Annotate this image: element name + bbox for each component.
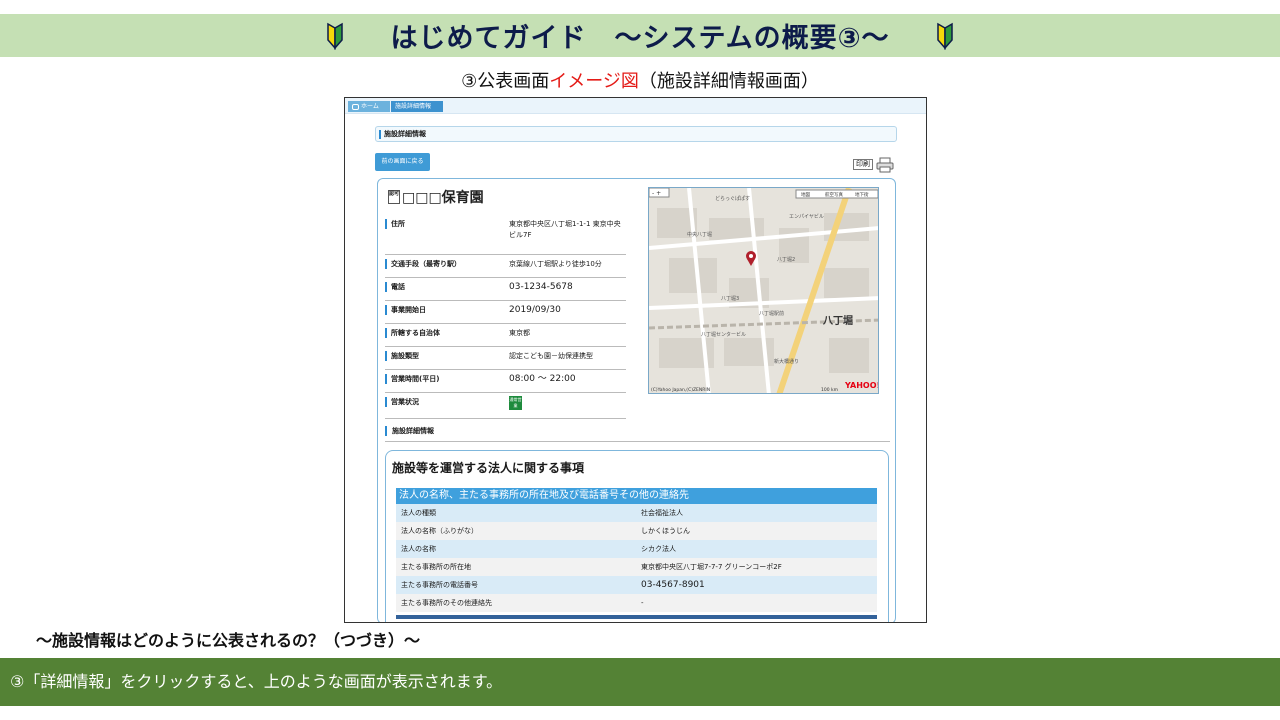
print-button[interactable]: 印刷 <box>853 156 897 173</box>
map-label: 八丁堀2 <box>777 256 795 263</box>
info-label: 交通手段（最寄り駅） <box>385 259 461 269</box>
info-label: 所轄する自治体 <box>385 328 440 338</box>
caption-prefix: ③公表画面 <box>461 71 550 92</box>
caption-highlight: イメージ図 <box>549 71 639 92</box>
corp-row-label: 主たる事務所の電話番号 <box>401 581 478 589</box>
corp-row: 法人の種類 社会福祉法人 <box>396 504 877 522</box>
map-type-button[interactable]: 航空写真 <box>825 191 843 198</box>
certified-icon: 認可 <box>388 190 400 204</box>
corp-row-value: 東京都中央区八丁堀7-7-7 グリーンコーポ2F <box>641 563 782 571</box>
corp-section: 施設等を運営する法人に関する事項 法人の名称、主たる事務所の所在地及び電話番号そ… <box>385 450 889 622</box>
map-type-button[interactable]: 地図 <box>801 191 810 198</box>
corp-row-label: 主たる事務所のその他連絡先 <box>401 599 492 607</box>
corp-row: 法人の名称 シカク法人 <box>396 540 877 558</box>
corp-row-label: 法人の種類 <box>401 509 436 517</box>
corp-row-value: しかくほうじん <box>641 527 690 535</box>
slide-title: はじめてガイド ～システムの概要③～ <box>390 23 890 54</box>
breadcrumb: ホーム 施設詳細情報 <box>345 98 926 114</box>
home-icon <box>352 103 359 110</box>
info-row-hours: 営業時間(平日) 08:00 ～ 22:00 <box>385 374 626 393</box>
corp-row: 主たる事務所の所在地 東京都中央区八丁堀7-7-7 グリーンコーポ2F <box>396 558 877 576</box>
corp-row-label: 法人の名称（ふりがな） <box>401 527 478 535</box>
map-label: どらっぐぱぱす <box>715 195 750 202</box>
facility-title: 認可 □□□保育園 <box>388 187 484 207</box>
screen-caption: ③公表画面イメージ図（施設詳細情報画面） <box>0 67 1280 93</box>
map-scale: 100 km <box>821 387 838 393</box>
info-label: 住所 <box>385 219 405 229</box>
breadcrumb-current: 施設詳細情報 <box>391 101 443 112</box>
map-canvas: どらっぐぱぱす エンパイヤビル 中央八丁堀 八丁堀2 八丁堀3 八丁堀駅前 八丁… <box>649 188 879 393</box>
map-brand-logo: YAHOO! <box>844 381 879 390</box>
printer-icon <box>876 157 894 172</box>
map-label: エンパイヤビル <box>789 213 824 220</box>
corp-row: 主たる事務所のその他連絡先 - <box>396 594 877 612</box>
corp-row-label: 主たる事務所の所在地 <box>401 563 471 571</box>
info-row-municipality: 所轄する自治体 東京都 <box>385 328 626 347</box>
info-label: 電話 <box>385 282 405 292</box>
corp-row: 法人の名称（ふりがな） しかくほうじん <box>396 522 877 540</box>
breadcrumb-home[interactable]: ホーム <box>348 101 390 112</box>
section-label: 施設詳細情報 <box>375 126 897 142</box>
status-badge: 通常営業 <box>509 396 522 410</box>
info-row-address: 住所 東京都中央区八丁堀1-1-1 東京中央ビル7F <box>385 219 626 255</box>
caption-suffix: （施設詳細情報画面） <box>638 71 819 92</box>
map-copyright: (C)Yahoo Japan,(C)ZENRIN <box>651 387 710 393</box>
info-value: 東京都 <box>509 329 530 337</box>
info-value: 2019/09/30 <box>509 305 561 315</box>
corp-row-value: - <box>641 599 644 607</box>
info-value: 03-1234-5678 <box>509 282 573 292</box>
question-heading: ～施設情報はどのように公表されるの？（つづき）～ <box>36 631 421 650</box>
corp-row-label: 法人の名称 <box>401 545 436 553</box>
print-label: 印刷 <box>853 159 873 170</box>
info-row-status: 営業状況 通常営業 <box>385 396 626 419</box>
info-row-access: 交通手段（最寄り駅） 京葉線八丁堀駅より徒歩10分 <box>385 259 626 278</box>
info-label: 営業状況 <box>385 397 419 407</box>
title-band: はじめてガイド ～システムの概要③～ <box>0 14 1280 57</box>
info-value: 東京都中央区八丁堀1-1-1 東京中央ビル7F <box>509 220 621 239</box>
info-label: 事業開始日 <box>385 305 426 315</box>
corp-section-divider <box>396 615 877 619</box>
corp-row-value: 03-4567-8901 <box>641 580 705 590</box>
map-label: 八丁堀3 <box>721 295 739 302</box>
map-label: 八丁堀駅前 <box>759 310 784 317</box>
beginner-mark-icon <box>327 22 344 50</box>
info-row-facility-type: 施設類型 認定こども園－幼保連携型 <box>385 351 626 370</box>
location-map[interactable]: どらっぐぱぱす エンパイヤビル 中央八丁堀 八丁堀2 八丁堀3 八丁堀駅前 八丁… <box>648 187 879 394</box>
map-label: 八丁堀センタービル <box>701 331 746 338</box>
beginner-mark-icon <box>936 22 953 50</box>
corp-section-title: 施設等を運営する法人に関する事項 <box>392 461 585 475</box>
footer-band: ③「詳細情報」をクリックすると、上のような画面が表示されます。 <box>0 658 1280 706</box>
map-station-label: 八丁堀 <box>822 314 853 327</box>
info-value: 08:00 ～ 22:00 <box>509 374 576 384</box>
corp-section-band: 法人の名称、主たる事務所の所在地及び電話番号その他の連絡先 <box>396 488 877 504</box>
map-label: 新大橋通り <box>774 358 799 365</box>
corp-row-value: 社会福祉法人 <box>641 509 683 517</box>
info-label: 施設類型 <box>385 351 419 361</box>
map-type-button[interactable]: 地下街 <box>855 191 869 198</box>
detail-heading: 施設詳細情報 <box>385 426 890 442</box>
info-row-start-date: 事業開始日 2019/09/30 <box>385 305 626 324</box>
svg-text:- +: - + <box>652 190 661 197</box>
back-button[interactable]: 前の画面に戻る <box>375 153 430 171</box>
info-row-phone: 電話 03-1234-5678 <box>385 282 626 301</box>
facility-card: 認可 □□□保育園 住所 東京都中央区八丁堀1-1-1 東京中央ビル7F 交通手… <box>377 178 896 622</box>
corp-row-value: シカク法人 <box>641 545 676 553</box>
map-label: 中央八丁堀 <box>687 231 712 238</box>
facility-name: □□□保育園 <box>402 190 484 206</box>
info-value: 京葉線八丁堀駅より徒歩10分 <box>509 260 602 268</box>
info-label: 営業時間(平日) <box>385 374 439 384</box>
corp-row: 主たる事務所の電話番号 03-4567-8901 <box>396 576 877 594</box>
info-value: 認定こども園－幼保連携型 <box>509 352 593 360</box>
facility-detail-screenshot: ホーム 施設詳細情報 施設詳細情報 前の画面に戻る 印刷 認可 □□□保育園 住… <box>344 97 927 623</box>
